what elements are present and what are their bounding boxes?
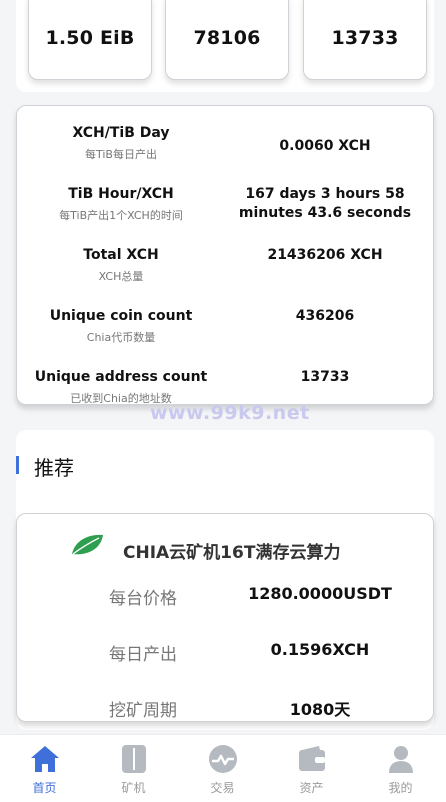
bottom-tab-bar: 首页 矿机 交易 资产 我的 — [0, 734, 446, 802]
tab-assets[interactable]: 资产 — [267, 735, 356, 802]
info-subtitle: Chia代币数量 — [86, 331, 156, 344]
stat-card-addresses[interactable]: 13733 — [303, 0, 427, 80]
stat-value: 78106 — [193, 27, 261, 49]
watermark: www.99k9.net — [150, 402, 310, 424]
info-title: TiB Hour/XCH — [68, 186, 174, 202]
info-label: Unique address count 已收到Chia的地址数 — [17, 368, 225, 404]
info-label: TiB Hour/XCH 每TiB产出1个XCH的时间 — [17, 185, 225, 223]
info-title: XCH/TiB Day — [72, 125, 170, 141]
product-label: 每台价格 — [109, 589, 177, 609]
info-title: Total XCH — [83, 247, 159, 263]
home-icon — [31, 746, 59, 772]
product-value: 0.1596XCH — [270, 640, 370, 659]
tab-label: 首页 — [32, 781, 57, 795]
wallet-icon — [299, 746, 325, 771]
info-subtitle: 每TiB产出1个XCH的时间 — [59, 209, 183, 222]
section-accent-bar — [16, 456, 19, 474]
info-value: 436206 — [295, 308, 355, 324]
stats-panel: 1.50 EiB 78106 13733 — [16, 0, 434, 92]
tab-home[interactable]: 首页 — [0, 735, 89, 802]
trade-icon — [209, 745, 237, 773]
tab-label: 矿机 — [121, 781, 146, 795]
leaf-icon — [72, 534, 103, 555]
tab-profile[interactable]: 我的 — [356, 735, 445, 802]
product-value: 1080天 — [289, 700, 351, 719]
info-value: 13733 — [300, 369, 350, 385]
info-label: XCH/TiB Day 每TiB每日产出 — [17, 124, 225, 162]
product-name: CHIA云矿机16T满存云算力 — [123, 543, 341, 563]
info-title: Unique coin count — [49, 308, 193, 324]
tab-miner[interactable]: 矿机 — [89, 735, 178, 802]
tab-label: 资产 — [299, 781, 324, 795]
tab-label: 我的 — [388, 781, 413, 795]
user-icon — [389, 746, 413, 773]
info-subtitle: 每TiB每日产出 — [85, 148, 157, 161]
stat-value: 13733 — [331, 27, 399, 49]
info-title: Unique address count — [34, 369, 208, 385]
section-title: 推荐 — [34, 456, 74, 480]
info-value: 21436206 XCH — [267, 247, 383, 263]
product-label: 每日产出 — [109, 645, 177, 665]
app-page: 1.50 EiB 78106 13733 XCH/TiB Day 每TiB每日产… — [0, 0, 446, 802]
network-info-card: XCH/TiB Day 每TiB每日产出 0.0060 XCH TiB Hour… — [16, 105, 434, 405]
stat-value: 1.50 EiB — [45, 27, 135, 49]
info-subtitle: XCH总量 — [98, 270, 144, 283]
info-value: 0.0060 XCH — [279, 138, 371, 154]
tab-trade[interactable]: 交易 — [178, 735, 267, 802]
miner-icon — [122, 745, 146, 773]
info-label: Total XCH XCH总量 — [17, 246, 225, 284]
tab-label: 交易 — [210, 781, 235, 795]
info-value: 167 days 3 hours 58 minutes 43.6 seconds — [238, 186, 412, 221]
stat-card-blocks[interactable]: 78106 — [165, 0, 289, 80]
stat-card-capacity[interactable]: 1.50 EiB — [28, 0, 152, 80]
product-label: 挖矿周期 — [109, 701, 177, 721]
product-value: 1280.0000USDT — [248, 584, 392, 603]
product-card[interactable]: CHIA云矿机16T满存云算力 每台价格 1280.0000USDT 每日产出 … — [16, 513, 434, 722]
info-label: Unique coin count Chia代币数量 — [17, 307, 225, 345]
